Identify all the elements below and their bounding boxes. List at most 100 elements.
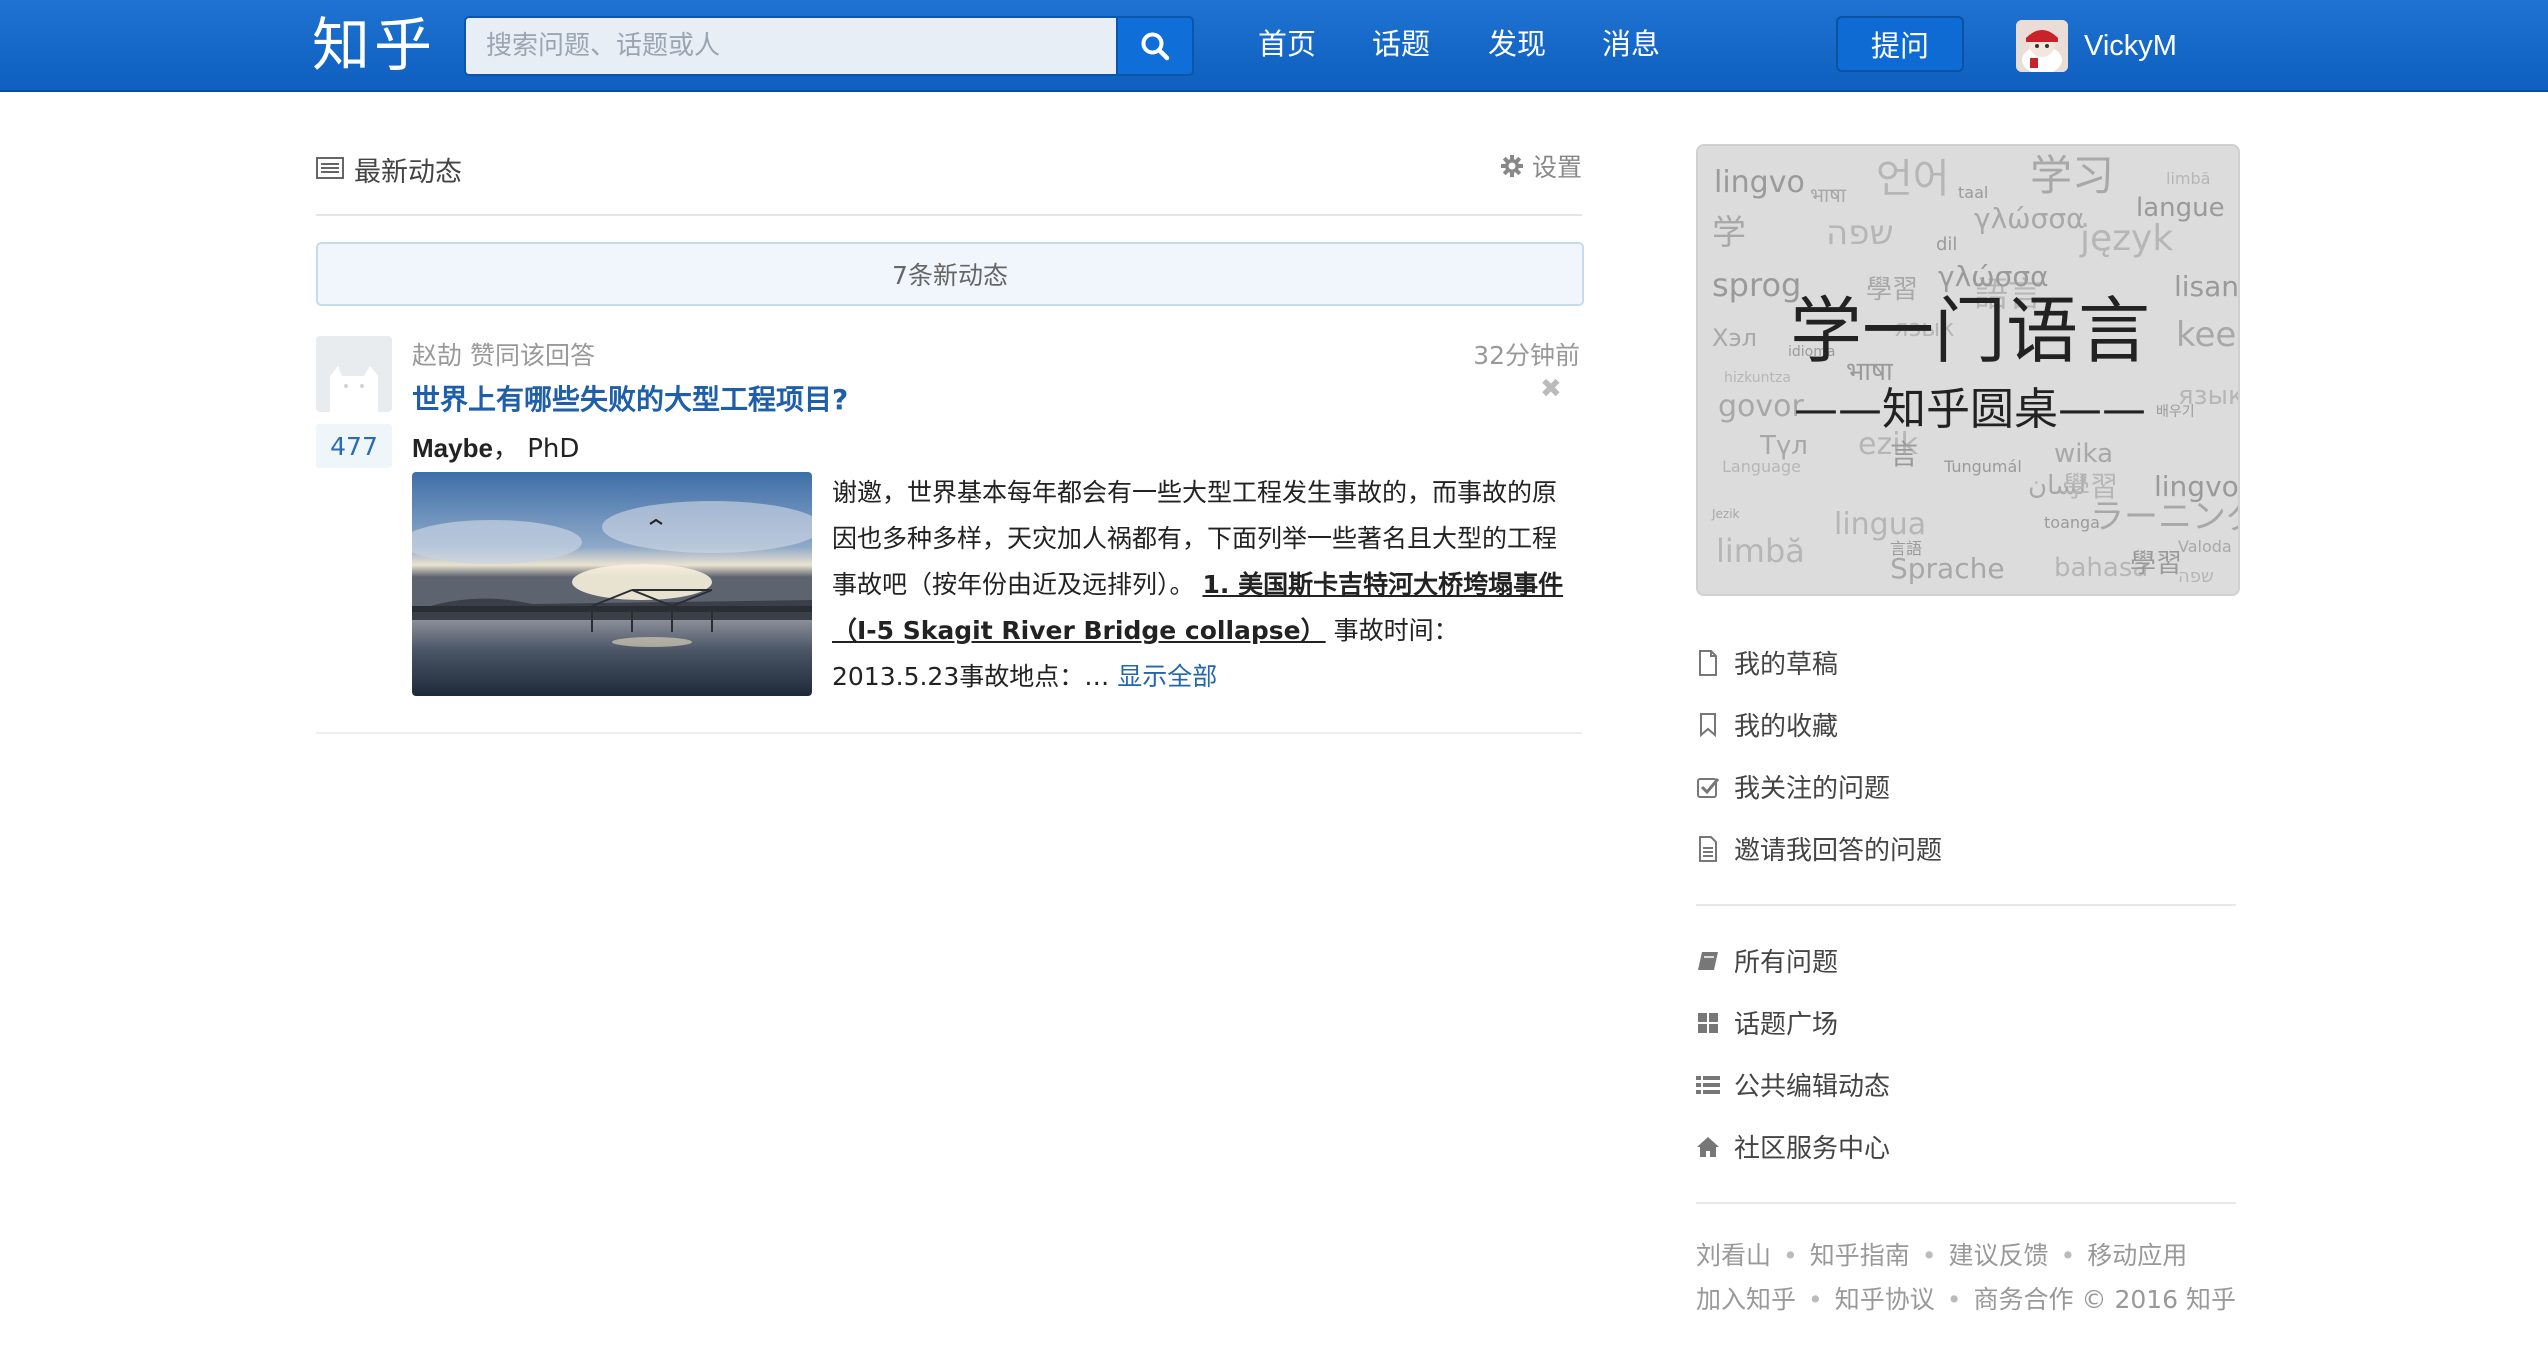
footer-link-business[interactable]: 商务合作 [1974, 1285, 2074, 1314]
feed-list-icon [316, 156, 344, 184]
sidebar-item-label: 我的草稿 [1734, 650, 1839, 680]
sidebar-item-invitations[interactable]: 邀请我回答的问题 [1696, 830, 1942, 867]
settings-label: 设置 [1531, 153, 1582, 182]
sidebar-divider [1696, 1202, 2236, 1204]
banner-word: lisan [2174, 270, 2239, 303]
banner-word: lingua [1834, 507, 1926, 542]
sidebar-item-topic-square[interactable]: 话题广场 [1696, 1004, 1838, 1041]
footer-link-terms[interactable]: 知乎协议 [1835, 1285, 1935, 1314]
banner-word: שפה [2178, 566, 2214, 587]
grid-icon [1696, 1009, 1720, 1037]
copyright: © 2016 知乎 [2081, 1285, 2237, 1314]
banner-word: 學習 [2130, 549, 2182, 579]
sidebar-divider [1696, 904, 2236, 906]
show-all-link[interactable]: 显示全部 [1117, 662, 1217, 691]
sidebar-item-label: 我的收藏 [1734, 712, 1839, 742]
gear-icon [1500, 155, 1523, 177]
banner-word: lingvo [1714, 165, 1805, 200]
list-icon [1696, 1071, 1720, 1099]
banner-word: język [2079, 218, 2173, 259]
search-input[interactable] [464, 16, 1118, 76]
banner-word: 배우기 [2156, 404, 2195, 420]
footer-link-guide[interactable]: 知乎指南 [1810, 1241, 1910, 1270]
search-button[interactable] [1116, 16, 1194, 76]
author-name[interactable]: Maybe [412, 433, 493, 463]
banner-word-cloud: lingvo भाषा 언어 taal 学习 limbălangue学 שפה dilγλώσ… [1698, 146, 2240, 594]
feed-header: 最新动态 设置 [316, 142, 1582, 216]
upvote-count[interactable]: 477 [316, 424, 392, 468]
zhihu-logo[interactable]: 知乎 [312, 10, 436, 80]
banner-word: שפה [1826, 213, 1894, 253]
footer-link-liukanshan[interactable]: 刘看山 [1696, 1241, 1771, 1270]
sidebar-item-label: 话题广场 [1734, 1010, 1839, 1040]
feed-settings-button[interactable]: 设置 [1500, 148, 1582, 184]
new-items-bar[interactable]: 7条新动态 [316, 242, 1584, 306]
search-icon [1141, 32, 1170, 61]
banner-word: 언어 [1876, 156, 1950, 202]
banner-word: limbă [2166, 169, 2210, 188]
sidebar-item-public-edits[interactable]: 公共编辑动态 [1696, 1066, 1890, 1103]
sidebar-item-label: 所有问题 [1734, 948, 1839, 978]
banner-word: dil [1936, 234, 1957, 255]
banner-word: Хэл [1712, 324, 1757, 352]
author-bio: PhD [527, 434, 580, 464]
footer-links-row2: 加入知乎 • 知乎协议 • 商务合作 © 2016 知乎 [1696, 1285, 2237, 1314]
author-separator: ， [492, 434, 519, 464]
banner-subtitle: ——知乎圆桌—— [1794, 384, 2146, 435]
book-icon [1696, 947, 1720, 975]
question-title[interactable]: 世界上有哪些失败的大型工程项目? [412, 378, 848, 418]
banner-word: 学 [1712, 213, 1746, 253]
answer-author: Maybe， PhD [412, 428, 579, 465]
home-icon [1696, 1133, 1720, 1161]
footer-link-feedback[interactable]: 建议反馈 [1949, 1241, 2049, 1270]
banner-word: Tungumál [1943, 457, 2022, 476]
banner-word: limbă [1716, 532, 1805, 570]
sidebar-item-collections[interactable]: 我的收藏 [1696, 706, 1838, 743]
actor-avatar[interactable] [316, 336, 392, 412]
nav-topics[interactable]: 话题 [1372, 22, 1430, 66]
dismiss-icon[interactable]: ✖ [1540, 374, 1562, 404]
banner-word: wika [2054, 439, 2113, 469]
checkbox-icon [1696, 773, 1720, 801]
banner-word: Language [1722, 457, 1801, 476]
nav-messages[interactable]: 消息 [1602, 22, 1660, 66]
sidebar-item-label: 我关注的问题 [1734, 774, 1891, 804]
sidebar-item-community-center[interactable]: 社区服务中心 [1696, 1128, 1890, 1165]
nav-home[interactable]: 首页 [1258, 22, 1316, 66]
ask-question-button[interactable]: 提问 [1836, 16, 1964, 72]
sidebar-item-followed-questions[interactable]: 我关注的问题 [1696, 768, 1890, 805]
answer-thumbnail[interactable] [412, 472, 812, 696]
feed-item-divider [316, 732, 1582, 734]
sidebar-item-label: 邀请我回答的问题 [1734, 836, 1943, 866]
banner-word: 言 [1890, 438, 1918, 471]
sidebar-item-label: 公共编辑动态 [1734, 1072, 1891, 1102]
banner-word: भाषा [1810, 183, 1847, 207]
footer-link-join[interactable]: 加入知乎 [1696, 1285, 1796, 1314]
banner-word: sprog [1712, 266, 1801, 304]
top-navbar: 知乎 首页 话题 发现 消息 提问 VickyM [0, 0, 2548, 92]
user-menu[interactable]: VickyM [2016, 18, 2177, 74]
feed-title: 最新动态 [354, 157, 462, 188]
feed-item-actor[interactable]: 赵劼 赞同该回答 [412, 336, 595, 372]
footer-link-mobile[interactable]: 移动应用 [2087, 1241, 2187, 1270]
answer-excerpt[interactable]: 谢邀，世界基本每年都会有一些大型工程发生事故的，而事故的原因也多种多样，天灾加人… [832, 470, 1572, 700]
document-icon [1696, 835, 1720, 863]
banner-word: keel [2176, 315, 2240, 355]
sidebar-item-all-questions[interactable]: 所有问题 [1696, 942, 1838, 979]
banner-word: hizkuntza [1724, 370, 1791, 386]
sidebar-item-drafts[interactable]: 我的草稿 [1696, 644, 1838, 681]
banner-word: ラーニング [2090, 497, 2240, 537]
draft-icon [1696, 649, 1720, 677]
banner-word: Valoda [2178, 537, 2232, 556]
banner-word: govor [1718, 389, 1805, 424]
banner-word: γλώσσα [1974, 202, 2085, 235]
footer-links-row1: 刘看山 • 知乎指南 • 建议反馈 • 移动应用 [1696, 1241, 2188, 1270]
nav-explore[interactable]: 发现 [1488, 22, 1546, 66]
banner-word: taal [1958, 183, 1988, 202]
user-avatar [2016, 20, 2068, 72]
banner-word: Jezik [1711, 507, 1740, 521]
feed-item-time: 32分钟前 [1473, 341, 1580, 370]
roundtable-banner[interactable]: lingvo भाषा 언어 taal 学习 limbă langue 学 שפה dil γλώσ… [1696, 144, 2240, 596]
bookmark-icon [1696, 711, 1720, 739]
banner-title: 学一门语言 [1790, 289, 2150, 373]
